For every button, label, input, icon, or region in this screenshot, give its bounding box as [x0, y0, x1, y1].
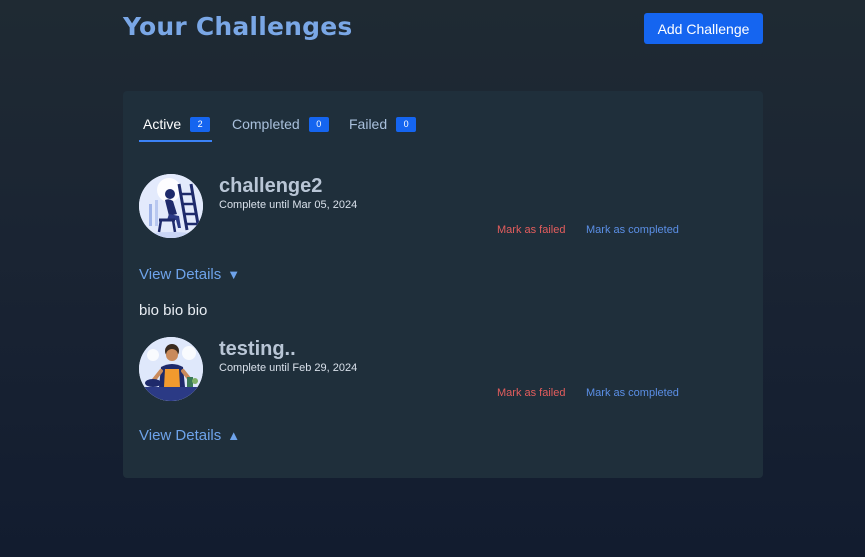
- tab-active-label: Active: [143, 116, 182, 132]
- person-on-ladder-illustration-icon: [139, 174, 203, 238]
- view-details-label: View Details: [139, 266, 222, 283]
- page-title: Your Challenges: [123, 12, 353, 41]
- challenge-tabs: Active 2 Completed 0 Failed 0: [139, 109, 739, 142]
- challenge-title: challenge2: [219, 175, 323, 197]
- person-cooking-illustration-icon: [139, 337, 203, 401]
- view-details-label: View Details: [139, 427, 222, 444]
- mark-as-failed-link[interactable]: Mark as failed: [497, 224, 565, 236]
- chevron-up-icon: ▲: [227, 428, 241, 443]
- chevron-down-icon: ▼: [227, 267, 241, 282]
- challenge-card: testing.. Complete until Feb 29, 2024 Ma…: [139, 337, 747, 457]
- view-details-toggle[interactable]: View Details ▼: [139, 266, 240, 283]
- mark-as-completed-link[interactable]: Mark as completed: [586, 387, 679, 399]
- add-challenge-button[interactable]: Add Challenge: [644, 13, 763, 44]
- tab-failed-count-badge: 0: [396, 117, 417, 132]
- challenge-avatar: [139, 174, 203, 238]
- tab-completed-count-badge: 0: [308, 117, 329, 132]
- challenge-deadline: Complete until Feb 29, 2024: [219, 362, 358, 374]
- tab-completed[interactable]: Completed 0: [232, 109, 329, 142]
- tab-active-count-badge: 2: [190, 117, 211, 132]
- challenge-title: testing..: [219, 338, 296, 360]
- view-details-toggle[interactable]: View Details ▲: [139, 427, 240, 444]
- tab-failed[interactable]: Failed 0: [349, 109, 417, 142]
- challenges-panel: Active 2 Completed 0 Failed 0 challenge2…: [123, 91, 763, 478]
- challenge-avatar: [139, 337, 203, 401]
- mark-as-failed-link[interactable]: Mark as failed: [497, 387, 565, 399]
- challenge-deadline: Complete until Mar 05, 2024: [219, 199, 358, 211]
- tab-failed-label: Failed: [349, 116, 388, 132]
- challenge-bio: bio bio bio: [139, 302, 208, 319]
- mark-as-completed-link[interactable]: Mark as completed: [586, 224, 679, 236]
- tab-completed-label: Completed: [232, 116, 300, 132]
- tab-active[interactable]: Active 2: [139, 109, 212, 142]
